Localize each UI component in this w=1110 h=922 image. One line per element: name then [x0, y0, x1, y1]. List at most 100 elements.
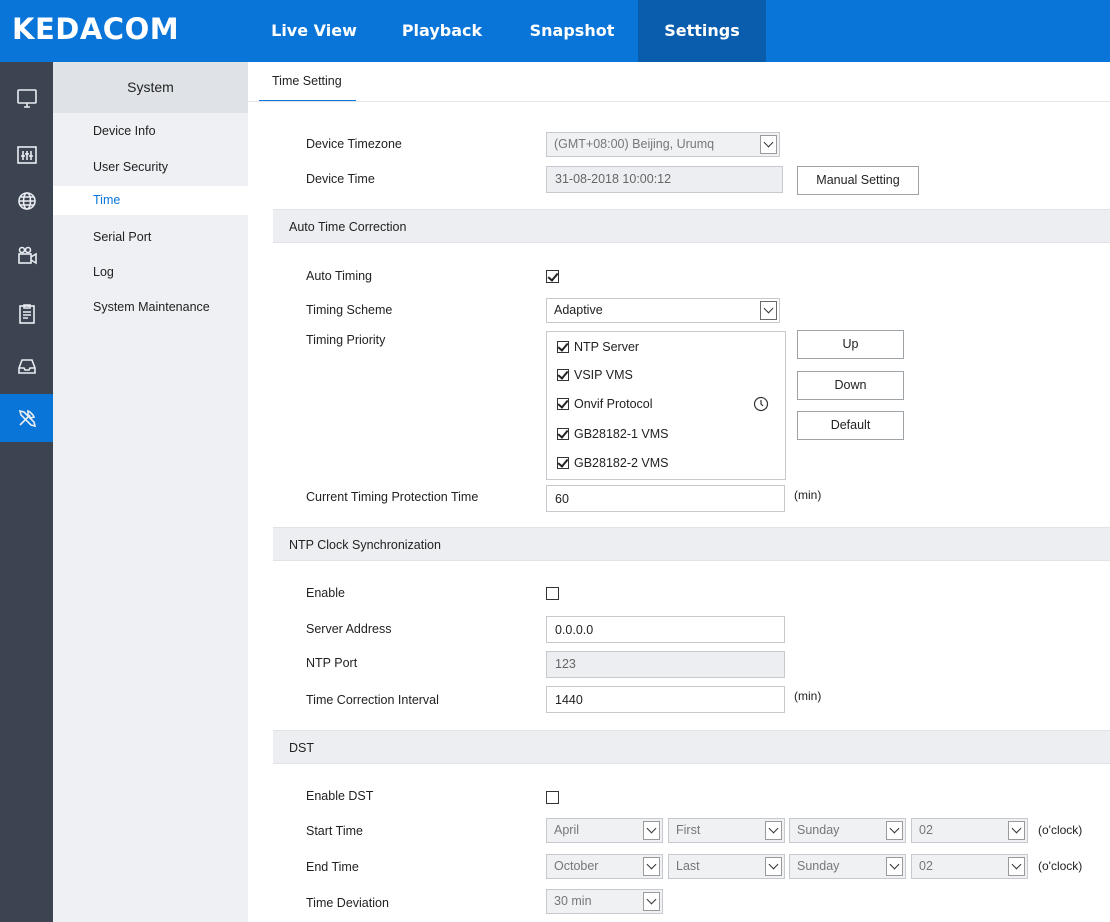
- globe-icon[interactable]: [0, 177, 53, 225]
- timing-scheme-value: Adaptive: [554, 303, 603, 317]
- chevron-down-icon: [765, 857, 782, 876]
- up-button[interactable]: Up: [797, 330, 904, 359]
- sidebar-item-user-security[interactable]: User Security: [53, 153, 248, 182]
- end-time-label: End Time: [306, 860, 359, 874]
- start-week-select[interactable]: First: [668, 818, 785, 843]
- end-week-select[interactable]: Last: [668, 854, 785, 879]
- storage-icon[interactable]: [0, 342, 53, 390]
- chevron-down-icon: [1008, 821, 1025, 840]
- time-deviation-select[interactable]: 30 min: [546, 889, 663, 914]
- timing-priority-label: Timing Priority: [306, 333, 386, 347]
- down-button[interactable]: Down: [797, 371, 904, 400]
- start-month-value: April: [554, 823, 580, 837]
- chevron-down-icon: [886, 857, 903, 876]
- device-timezone-label: Device Timezone: [306, 137, 402, 151]
- manual-setting-button[interactable]: Manual Setting: [797, 166, 919, 195]
- protection-time-unit: (min): [794, 488, 822, 502]
- ntp-port-field: 123: [546, 651, 785, 678]
- chevron-down-icon: [643, 821, 660, 840]
- device-time-field: 31-08-2018 10:00:12: [546, 166, 783, 193]
- sidebar-item-time[interactable]: Time: [53, 186, 248, 215]
- protection-time-label: Current Timing Protection Time: [306, 490, 479, 504]
- sidebar-title: System: [53, 62, 248, 113]
- start-day-select[interactable]: Sunday: [789, 818, 906, 843]
- correction-interval-label: Time Correction Interval: [306, 693, 439, 707]
- ntp-section: NTP Clock Synchronization: [273, 527, 1110, 561]
- enable-dst-label: Enable DST: [306, 789, 374, 803]
- auto-timing-checkbox[interactable]: [546, 270, 559, 283]
- priority-checkbox[interactable]: [557, 341, 569, 353]
- priority-checkbox[interactable]: [557, 369, 569, 381]
- chevron-down-icon: [1008, 857, 1025, 876]
- sidebar-item-system-maintenance[interactable]: System Maintenance: [53, 293, 248, 322]
- end-day-select[interactable]: Sunday: [789, 854, 906, 879]
- auto-time-correction-section: Auto Time Correction: [273, 209, 1110, 243]
- time-deviation-value: 30 min: [554, 894, 592, 908]
- timing-scheme-select[interactable]: Adaptive: [546, 298, 780, 323]
- start-oclock-label: (o'clock): [1038, 823, 1083, 837]
- protection-time-input[interactable]: [546, 485, 785, 512]
- end-month-value: October: [554, 859, 599, 873]
- clock-icon: [753, 396, 769, 412]
- chevron-down-icon: [760, 135, 777, 154]
- sidebar-item-device-info[interactable]: Device Info: [53, 117, 248, 146]
- start-hour-select[interactable]: 02: [911, 818, 1028, 843]
- end-month-select[interactable]: October: [546, 854, 663, 879]
- sidebar-item-log[interactable]: Log: [53, 258, 248, 287]
- priority-item-gb28182-2-vms[interactable]: GB28182-2 VMS: [557, 453, 669, 473]
- ntp-port-label: NTP Port: [306, 656, 358, 670]
- dst-section: DST: [273, 730, 1110, 764]
- equalizer-icon[interactable]: [0, 131, 53, 179]
- start-time-label: Start Time: [306, 824, 363, 838]
- system-sidebar: System Device Info User Security Time Se…: [53, 62, 248, 922]
- end-hour-value: 02: [919, 859, 933, 873]
- start-day-value: Sunday: [797, 823, 840, 837]
- camera-icon[interactable]: [0, 232, 53, 280]
- chevron-down-icon: [760, 301, 777, 320]
- start-month-select[interactable]: April: [546, 818, 663, 843]
- device-timezone-value: (GMT+08:00) Beijing, Urumq: [554, 137, 715, 151]
- correction-interval-unit: (min): [794, 689, 822, 703]
- sidebar-item-serial-port[interactable]: Serial Port: [53, 223, 248, 252]
- priority-item-ntp-server[interactable]: NTP Server: [557, 337, 639, 357]
- tab-time-setting[interactable]: Time Setting: [259, 62, 356, 102]
- enable-dst-checkbox[interactable]: [546, 791, 559, 804]
- time-deviation-label: Time Deviation: [306, 896, 389, 910]
- nav-tab-snapshot[interactable]: Snapshot: [514, 0, 630, 62]
- device-time-label: Device Time: [306, 172, 375, 186]
- priority-label: VSIP VMS: [574, 368, 633, 382]
- kedacom-logo: KEDACOM: [12, 12, 180, 46]
- nav-tab-settings[interactable]: Settings: [638, 0, 766, 62]
- timing-priority-list: NTP Server VSIP VMS Onvif Protocol GB281…: [546, 331, 786, 480]
- chevron-down-icon: [643, 857, 660, 876]
- end-hour-select[interactable]: 02: [911, 854, 1028, 879]
- start-hour-value: 02: [919, 823, 933, 837]
- tools-icon[interactable]: [0, 394, 53, 442]
- chevron-down-icon: [765, 821, 782, 840]
- settings-category-rail: [0, 62, 53, 922]
- priority-label: Onvif Protocol: [574, 397, 653, 411]
- device-timezone-select[interactable]: (GMT+08:00) Beijing, Urumq: [546, 132, 780, 157]
- default-button[interactable]: Default: [797, 411, 904, 440]
- tab-divider: [248, 101, 1110, 102]
- priority-item-onvif-protocol[interactable]: Onvif Protocol: [557, 394, 653, 414]
- auto-timing-label: Auto Timing: [306, 269, 373, 283]
- nav-tab-live-view[interactable]: Live View: [258, 0, 370, 62]
- nav-tab-playback[interactable]: Playback: [384, 0, 500, 62]
- priority-item-vsip-vms[interactable]: VSIP VMS: [557, 365, 633, 385]
- priority-checkbox[interactable]: [557, 457, 569, 469]
- priority-item-gb28182-1-vms[interactable]: GB28182-1 VMS: [557, 424, 669, 444]
- priority-checkbox[interactable]: [557, 428, 569, 440]
- end-day-value: Sunday: [797, 859, 840, 873]
- top-navigation-bar: KEDACOM Live View Playback Snapshot Sett…: [0, 0, 1110, 62]
- correction-interval-input[interactable]: [546, 686, 785, 713]
- start-week-value: First: [676, 823, 701, 837]
- priority-checkbox[interactable]: [557, 398, 569, 410]
- server-address-input[interactable]: [546, 616, 785, 643]
- monitor-icon[interactable]: [0, 74, 53, 122]
- end-week-value: Last: [676, 859, 700, 873]
- timing-scheme-label: Timing Scheme: [306, 303, 393, 317]
- priority-label: NTP Server: [574, 340, 640, 354]
- clipboard-icon[interactable]: [0, 290, 53, 338]
- ntp-enable-checkbox[interactable]: [546, 587, 559, 600]
